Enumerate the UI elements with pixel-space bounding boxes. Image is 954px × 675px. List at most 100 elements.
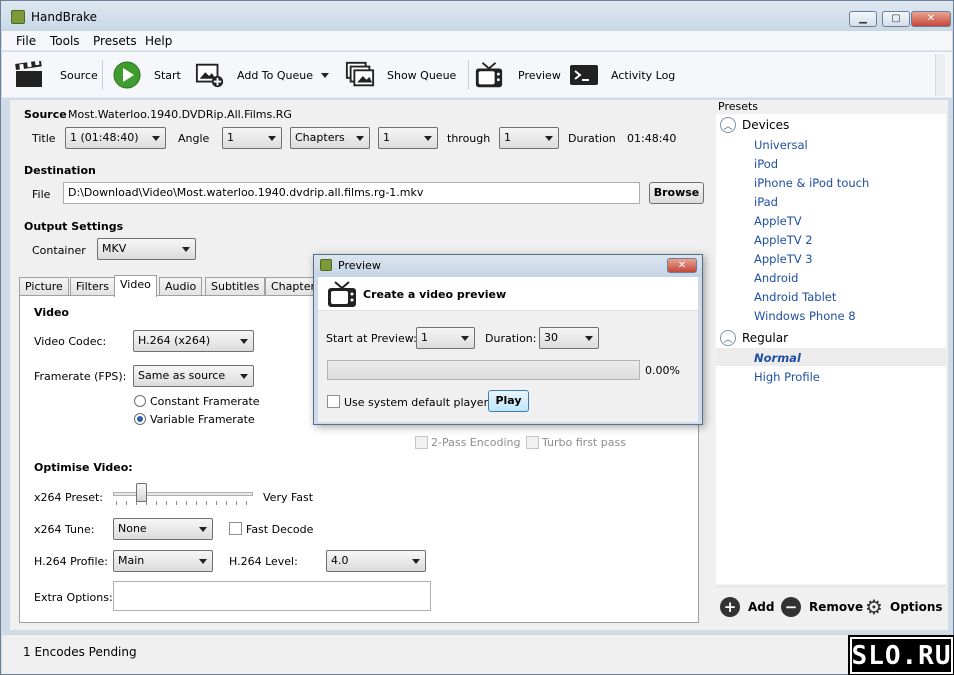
remove-preset-label: Remove: [809, 600, 864, 614]
chevron-down-icon: [412, 559, 420, 564]
close-button[interactable]: ✕: [911, 11, 951, 27]
handbrake-app-icon: [320, 259, 332, 271]
watermark-text: SLO.RU: [851, 640, 952, 671]
variable-framerate-label: Variable Framerate: [150, 413, 255, 426]
two-pass-label: 2-Pass Encoding: [431, 436, 521, 449]
chapter-end-dropdown[interactable]: 1: [499, 127, 559, 149]
variable-framerate-radio[interactable]: [134, 413, 146, 425]
x264-tune-label: x264 Tune:: [34, 523, 95, 536]
preset-item[interactable]: AppleTV 3: [754, 252, 813, 266]
chevron-down-icon: [356, 136, 364, 141]
destination-heading: Destination: [24, 164, 96, 177]
tab-filters[interactable]: Filters: [70, 277, 115, 296]
duration-value: 01:48:40: [627, 132, 677, 145]
x264-preset-slider[interactable]: [113, 492, 253, 496]
browse-button[interactable]: Browse: [649, 182, 704, 204]
menu-help[interactable]: Help: [145, 34, 172, 48]
chapter-start-value: 1: [383, 131, 390, 144]
x264-tune-value: None: [118, 522, 147, 535]
collapse-icon[interactable]: ︿: [720, 330, 736, 346]
x264-preset-slider-thumb[interactable]: [135, 483, 147, 502]
chevron-down-icon: [461, 336, 469, 341]
show-queue-button[interactable]: Show Queue: [345, 52, 456, 98]
preset-item[interactable]: AppleTV 2: [754, 233, 813, 247]
activity-log-button[interactable]: Activity Log: [569, 52, 675, 98]
menu-file[interactable]: File: [16, 34, 36, 48]
chapter-end-value: 1: [504, 131, 511, 144]
x264-tune-dropdown[interactable]: None: [113, 518, 213, 540]
container-label: Container: [32, 244, 86, 257]
preset-item[interactable]: iPad: [754, 195, 778, 209]
preset-item[interactable]: High Profile: [754, 370, 820, 384]
chapters-mode-value: Chapters: [295, 131, 345, 144]
source-heading: Source: [24, 108, 67, 121]
preset-group-devices[interactable]: ︿ Devices: [720, 117, 789, 133]
file-label: File: [32, 188, 51, 201]
preset-item[interactable]: iPod: [754, 157, 778, 171]
tab-audio[interactable]: Audio: [159, 277, 203, 296]
start-button[interactable]: Start: [112, 52, 181, 98]
chevron-down-icon[interactable]: [321, 72, 330, 78]
h264-profile-dropdown[interactable]: Main: [113, 550, 213, 572]
two-pass-checkbox[interactable]: [415, 436, 428, 449]
destination-file-field[interactable]: D:\Download\Video\Most.waterloo.1940.dvd…: [63, 182, 640, 204]
preview-dialog-title-bar: Preview ✕: [314, 255, 702, 277]
framerate-dropdown[interactable]: Same as source: [133, 365, 254, 387]
preview-duration-dropdown[interactable]: 30: [539, 327, 599, 349]
preset-group-regular[interactable]: ︿ Regular: [720, 330, 788, 346]
menu-tools[interactable]: Tools: [50, 34, 80, 48]
preset-item-selected[interactable]: Normal: [754, 351, 801, 365]
minimize-button[interactable]: ▁: [849, 11, 877, 27]
preview-progress-bar: [327, 360, 640, 380]
collapse-icon[interactable]: ︿: [720, 117, 736, 133]
preset-item[interactable]: AppleTV: [754, 214, 802, 228]
optimise-video-heading: Optimise Video:: [34, 461, 133, 474]
preview-button[interactable]: Preview: [474, 52, 561, 98]
add-preset-button[interactable]: + Add: [720, 597, 774, 617]
angle-dropdown[interactable]: 1: [222, 127, 282, 149]
menu-bar: File Tools Presets Help: [2, 31, 952, 51]
tab-picture[interactable]: Picture: [19, 277, 69, 296]
chapter-start-dropdown[interactable]: 1: [378, 127, 438, 149]
fast-decode-label: Fast Decode: [246, 523, 314, 536]
video-codec-value: H.264 (x264): [138, 334, 211, 347]
source-button[interactable]: Source: [14, 52, 98, 98]
preset-item[interactable]: Android: [754, 271, 798, 285]
angle-dropdown-value: 1: [227, 131, 234, 144]
video-codec-dropdown[interactable]: H.264 (x264): [133, 330, 254, 352]
preset-options-button[interactable]: ⚙ Options: [864, 595, 943, 619]
fast-decode-checkbox[interactable]: [229, 522, 242, 535]
remove-preset-button[interactable]: − Remove: [781, 597, 863, 617]
maximize-button[interactable]: ▢: [882, 11, 910, 27]
title-dropdown[interactable]: 1 (01:48:40): [65, 127, 166, 149]
chevron-down-icon: [182, 247, 190, 252]
h264-level-dropdown[interactable]: 4.0: [326, 550, 426, 572]
extra-options-field[interactable]: [113, 581, 431, 611]
tab-subtitles[interactable]: Subtitles: [205, 277, 266, 296]
preset-item[interactable]: iPhone & iPod touch: [754, 176, 869, 190]
preset-item[interactable]: Universal: [754, 138, 808, 152]
menu-presets[interactable]: Presets: [93, 34, 137, 48]
x264-preset-label: x264 Preset:: [34, 491, 104, 504]
toolbar: Source Start Add To Queue Show Queue Pre…: [2, 52, 952, 98]
preset-item[interactable]: Android Tablet: [754, 290, 836, 304]
add-to-queue-button[interactable]: Add To Queue: [195, 52, 330, 98]
turbo-first-pass-checkbox[interactable]: [526, 436, 539, 449]
play-button[interactable]: Play: [488, 390, 529, 412]
chevron-down-icon: [199, 559, 207, 564]
toolbar-scrollbar[interactable]: [935, 54, 945, 96]
preview-dialog-title: Preview: [338, 259, 381, 272]
container-dropdown[interactable]: MKV: [97, 238, 196, 260]
tab-video[interactable]: Video: [114, 275, 157, 297]
chevron-down-icon: [585, 336, 593, 341]
tv-icon: [474, 60, 504, 90]
preset-item[interactable]: Windows Phone 8: [754, 309, 856, 323]
constant-framerate-radio[interactable]: [134, 395, 146, 407]
preview-duration-value: 30: [544, 331, 558, 344]
turbo-first-pass-label: Turbo first pass: [542, 436, 626, 449]
chapters-mode-dropdown[interactable]: Chapters: [290, 127, 370, 149]
system-player-checkbox[interactable]: [327, 395, 340, 408]
status-text: 1 Encodes Pending: [23, 645, 137, 659]
preview-close-button[interactable]: ✕: [667, 258, 697, 273]
start-at-preview-dropdown[interactable]: 1: [416, 327, 475, 349]
